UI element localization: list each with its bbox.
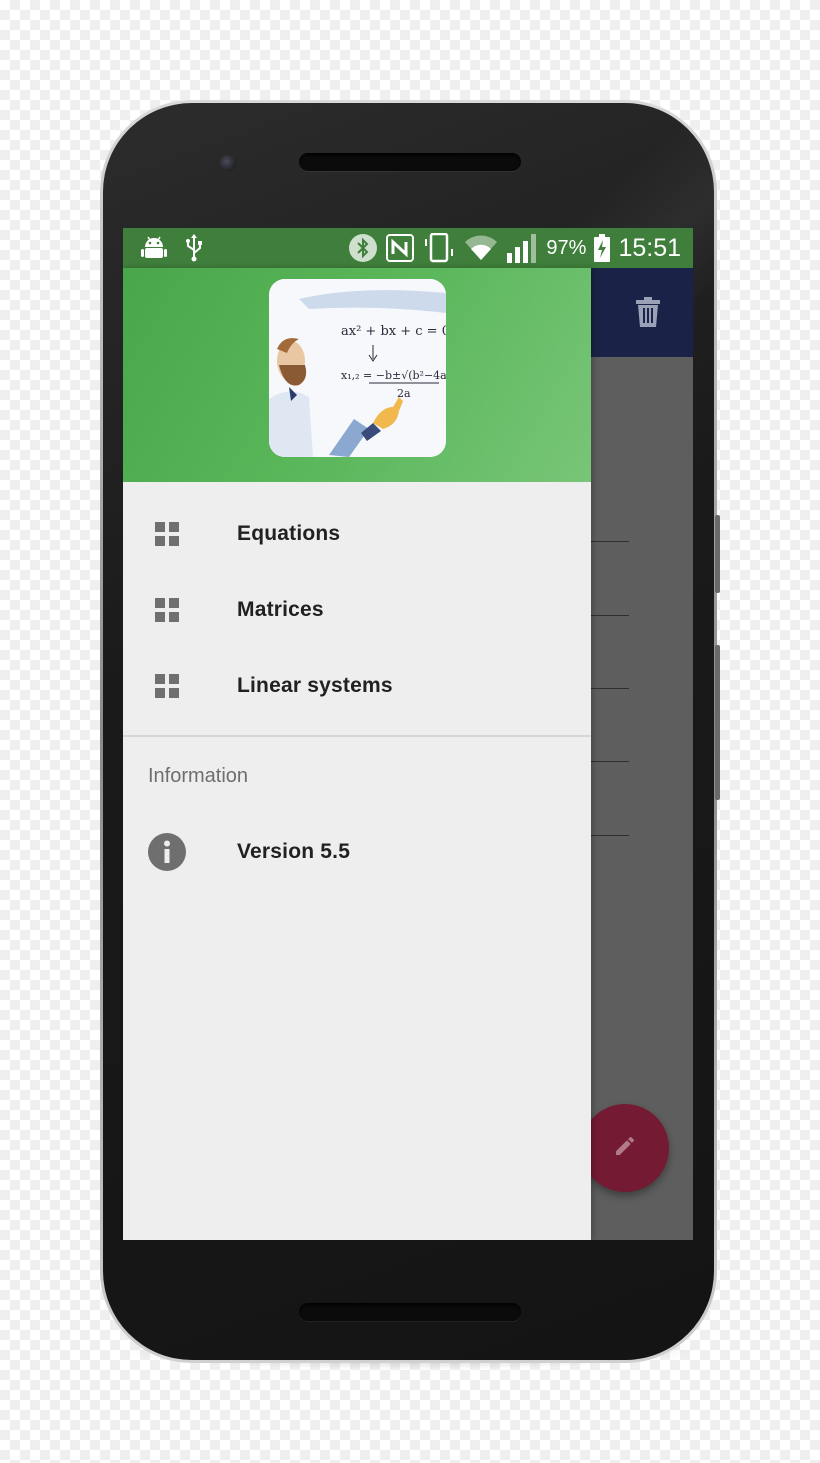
grid-icon <box>155 598 179 622</box>
android-debug-icon <box>141 235 167 261</box>
grid-icon <box>155 522 179 546</box>
bottom-speaker <box>299 1303 521 1321</box>
volume-button <box>715 515 720 593</box>
drawer-header: ax² + bx + c = 0 x₁,₂ = −b±√(b²−4ac) 2a <box>123 268 591 482</box>
drawer-item-version[interactable]: Version 5.5 <box>123 814 591 890</box>
phone-frame: 97% 15:51 ax² + bx + c = 0 x₁,₂ = −b±√(b… <box>100 100 717 1363</box>
usb-icon <box>185 234 203 262</box>
drawer-item-label: Matrices <box>237 598 324 621</box>
formula-line1: ax² + bx + c = 0 <box>341 324 446 339</box>
navigation-drawer: ax² + bx + c = 0 x₁,₂ = −b±√(b²−4ac) 2a <box>123 268 591 1240</box>
power-button <box>715 645 720 800</box>
list-divider <box>591 688 629 689</box>
drawer-item-linear-systems[interactable]: Linear systems <box>123 648 591 724</box>
phone-body: 97% 15:51 ax² + bx + c = 0 x₁,₂ = −b±√(b… <box>103 103 714 1360</box>
trash-icon[interactable] <box>636 297 660 332</box>
drawer-item-matrices[interactable]: Matrices <box>123 572 591 648</box>
signal-icon <box>506 233 538 263</box>
status-clock: 15:51 <box>618 233 681 262</box>
drawer-item-equations[interactable]: Equations <box>123 496 591 572</box>
list-divider <box>591 761 629 762</box>
version-label: Version 5.5 <box>237 840 351 863</box>
drawer-item-label: Equations <box>237 522 341 545</box>
vibrate-icon <box>422 233 456 263</box>
nfc-icon <box>386 234 415 262</box>
status-bar: 97% 15:51 <box>123 228 693 268</box>
screen: 97% 15:51 ax² + bx + c = 0 x₁,₂ = −b±√(b… <box>123 228 693 1240</box>
top-speaker <box>299 153 521 171</box>
list-divider <box>591 541 629 542</box>
battery-percent: 97% <box>546 236 587 259</box>
info-icon <box>148 833 186 871</box>
drawer-divider <box>123 735 591 737</box>
grid-icon <box>155 674 179 698</box>
list-divider <box>591 615 629 616</box>
formula-line2: x₁,₂ = −b±√(b²−4ac) <box>341 369 446 382</box>
bluetooth-icon <box>348 233 378 263</box>
section-title-information: Information <box>148 765 249 787</box>
compose-fab[interactable] <box>581 1104 669 1192</box>
drawer-item-label: Linear systems <box>237 674 393 697</box>
front-camera <box>220 155 236 171</box>
wifi-icon <box>464 234 498 262</box>
list-divider <box>591 835 629 836</box>
battery-charging-icon <box>594 234 611 262</box>
app-logo-image: ax² + bx + c = 0 x₁,₂ = −b±√(b²−4ac) 2a <box>269 279 446 457</box>
pencil-icon <box>613 1134 637 1163</box>
